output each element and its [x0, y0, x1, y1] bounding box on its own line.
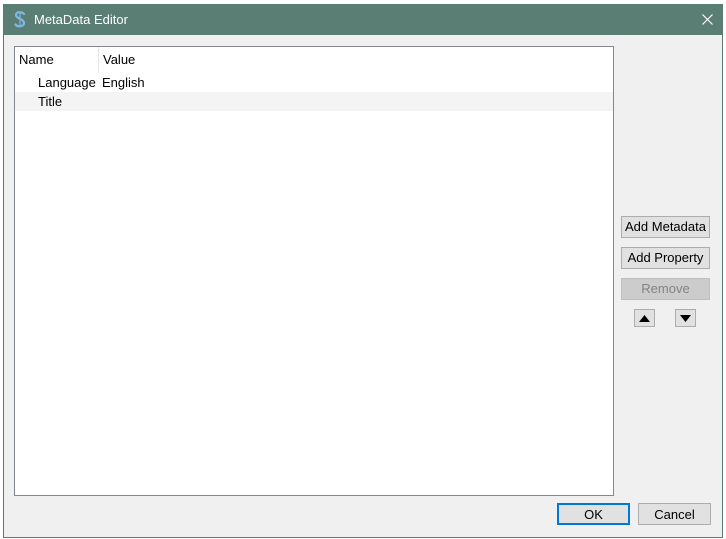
- row-name-cell: Title: [38, 94, 63, 109]
- move-up-button[interactable]: [634, 309, 655, 327]
- close-button[interactable]: [692, 4, 722, 35]
- row-name-cell: Language: [38, 75, 96, 90]
- ok-button[interactable]: OK: [557, 503, 630, 525]
- table-row[interactable]: Language English: [15, 73, 613, 92]
- title-bar[interactable]: MetaData Editor: [4, 4, 722, 35]
- table-rows: Language English Title: [15, 73, 613, 111]
- move-down-button[interactable]: [675, 309, 696, 327]
- window-title: MetaData Editor: [34, 12, 128, 27]
- metadata-editor-dialog: MetaData Editor Name Value Language Engl…: [3, 4, 723, 538]
- row-value-cell[interactable]: English: [99, 73, 145, 92]
- close-icon: [701, 14, 713, 25]
- triangle-up-icon: [639, 314, 650, 322]
- column-header-value[interactable]: Value: [99, 47, 613, 73]
- remove-button[interactable]: Remove: [621, 278, 710, 300]
- cancel-button[interactable]: Cancel: [638, 503, 711, 525]
- add-metadata-button[interactable]: Add Metadata: [621, 216, 710, 238]
- app-logo-icon: [12, 11, 28, 29]
- add-property-button[interactable]: Add Property: [621, 247, 710, 269]
- row-value-cell[interactable]: [99, 92, 102, 111]
- table-row[interactable]: Title: [15, 92, 613, 111]
- metadata-table[interactable]: Name Value Language English Title: [14, 46, 614, 496]
- triangle-down-icon: [680, 314, 691, 322]
- table-header: Name Value: [15, 47, 613, 73]
- column-header-name[interactable]: Name: [15, 47, 99, 73]
